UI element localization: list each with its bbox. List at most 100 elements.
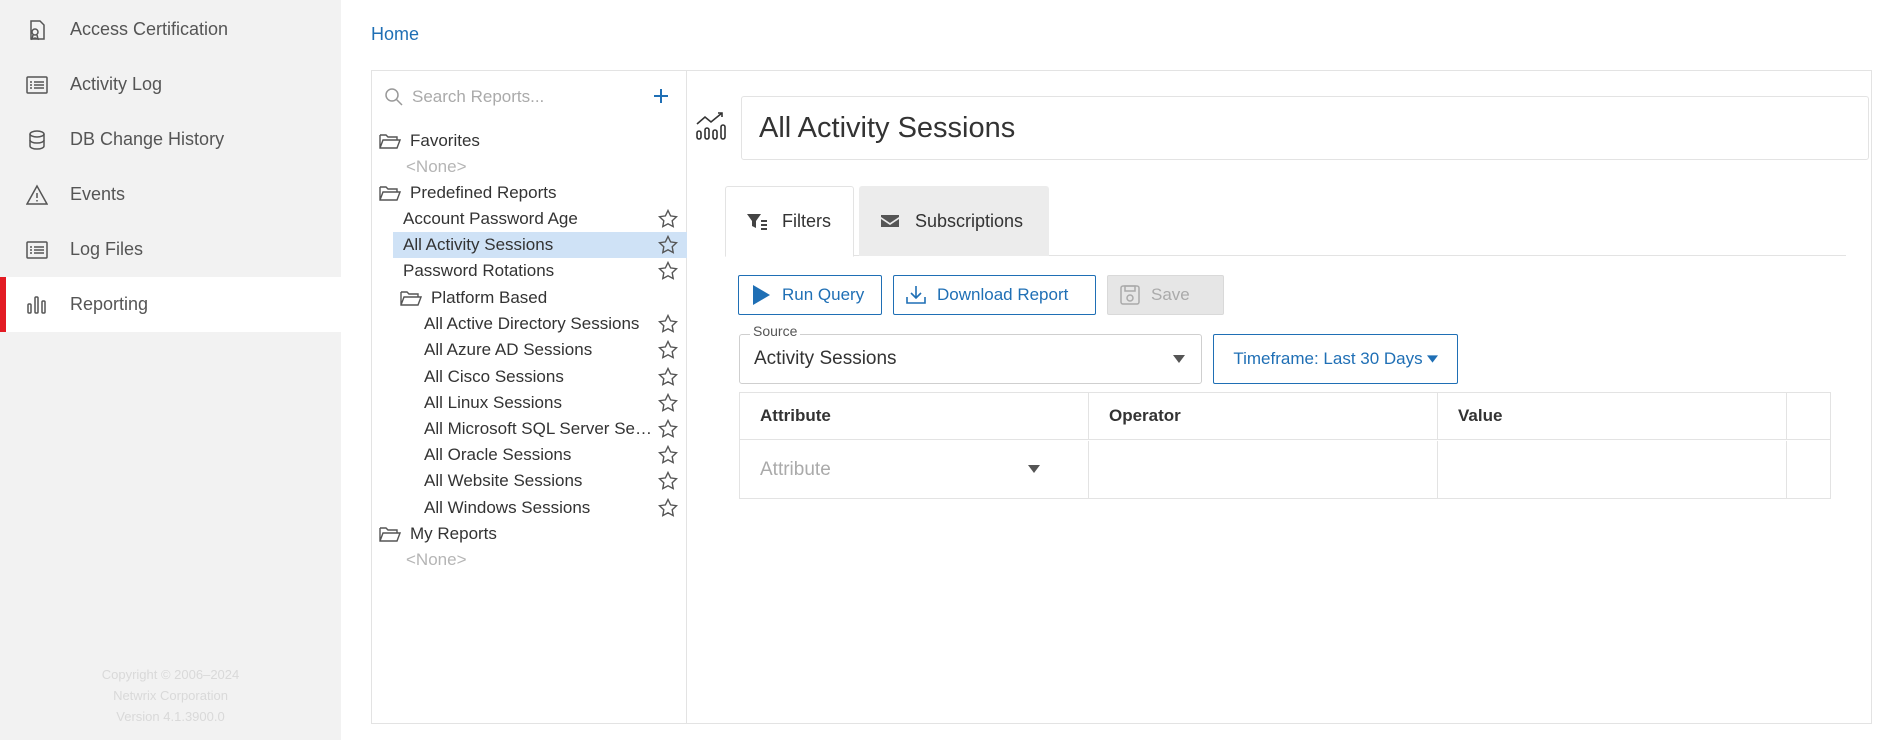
add-icon[interactable] [650,85,672,107]
envelope-icon [881,215,899,227]
filter-grid: Attribute Operator Value Attribute [739,392,1831,499]
actions-cell [1787,441,1830,498]
nav-item-reporting[interactable]: Reporting [0,277,341,332]
button-label: Save [1151,285,1190,304]
star-icon[interactable] [658,419,678,439]
list-icon [26,76,48,94]
folder-open-icon [379,527,401,542]
filter-icon [747,213,767,230]
report-label: Password Rotations [403,261,555,280]
nav-label: Events [70,184,126,204]
save-icon [1120,285,1140,305]
report-chart-icon [696,112,726,140]
nav-item-db-change-history[interactable]: DB Change History [0,112,341,167]
reports-container: Favorites <None> Predefined Reports Acco… [371,70,1872,724]
operator-cell[interactable] [1089,441,1438,498]
nav-label: Log Files [70,239,144,259]
nav-item-log-files[interactable]: Log Files [0,222,341,277]
nav-label: Activity Log [70,74,163,94]
copyright-line: Version 4.1.3900.0 [116,709,225,724]
folder-open-icon [379,186,401,201]
star-icon[interactable] [658,340,678,360]
report-item[interactable]: All Windows Sessions [393,495,687,521]
star-icon[interactable] [658,445,678,465]
nav-label: Access Certification [70,19,229,39]
button-label: Run Query [782,285,865,304]
folder-label: My Reports [410,524,497,543]
attribute-select[interactable]: Attribute [760,441,1070,498]
report-item[interactable]: Password Rotations [393,258,687,284]
report-item[interactable]: All Azure AD Sessions [393,337,687,363]
grid-header-actions [1787,393,1830,440]
report-item[interactable]: All Active Directory Sessions [393,311,687,337]
report-label: All Linux Sessions [424,393,562,412]
copyright: Copyright © 2006–2024 Netwrix Corporatio… [0,664,341,727]
breadcrumb-home[interactable]: Home [371,24,419,45]
timeframe-dropdown[interactable]: Timeframe: Last 30 Days [1213,334,1458,384]
attribute-cell: Attribute [740,441,1089,498]
star-icon[interactable] [658,314,678,334]
save-button[interactable]: Save [1107,275,1224,315]
tab-label: Filters [782,211,831,231]
certificate-icon [30,20,45,41]
tab-subscriptions[interactable]: Subscriptions [859,186,1049,256]
search-reports-input[interactable] [412,83,632,111]
grid-header-operator: Operator [1089,393,1438,440]
report-item[interactable]: All Cisco Sessions [393,364,687,390]
folder-open-icon [379,134,401,149]
database-icon [29,130,45,150]
report-label: All Oracle Sessions [424,445,572,464]
nav-item-access-certification[interactable]: Access Certification [0,2,341,57]
report-tabs: Filters Subscriptions [725,186,1846,257]
grid-header-attribute: Attribute [740,393,1089,440]
tab-label: Subscriptions [915,210,1024,231]
download-icon [906,286,926,304]
timeframe-label: Timeframe: Last 30 Days [1233,349,1423,368]
report-area: All Activity Sessions Filters Subscripti… [687,71,1871,723]
copyright-line: Copyright © 2006–2024 [101,667,240,682]
folder-open-icon [400,291,422,306]
run-query-button[interactable]: Run Query [738,275,882,315]
source-label: Source [750,323,801,339]
report-item[interactable]: All Linux Sessions [393,390,687,416]
report-item[interactable]: All Microsoft SQL Server Sessions [393,416,687,442]
report-item-selected[interactable]: All Activity Sessions [393,232,687,258]
copyright-line: Netwrix Corporation [113,688,228,703]
report-label: All Windows Sessions [424,498,591,517]
folder-label: Favorites [410,131,480,150]
folder-label: Platform Based [431,288,548,307]
search-icon [385,88,403,106]
caret-down-icon [1028,465,1040,473]
play-icon [753,285,770,305]
report-item[interactable]: Account Password Age [393,206,687,232]
source-value: Activity Sessions [754,348,897,369]
left-nav: Access Certification Activity Log DB Cha… [0,0,341,740]
star-icon[interactable] [658,393,678,413]
report-tree-panel: Favorites <None> Predefined Reports Acco… [372,71,687,723]
caret-down-icon [1173,355,1185,363]
my-reports-empty: <None> [406,550,467,569]
report-item[interactable]: All Oracle Sessions [393,442,687,468]
report-label: Account Password Age [403,209,578,228]
tab-filters[interactable]: Filters [725,186,854,257]
button-label: Download Report [937,285,1069,304]
nav-label: DB Change History [70,129,225,149]
download-report-button[interactable]: Download Report [893,275,1096,315]
report-label: All Microsoft SQL Server Sessions [424,419,654,438]
list-icon [26,241,48,259]
source-select[interactable]: Activity Sessions [739,334,1202,384]
report-item[interactable]: All Website Sessions [393,468,687,494]
star-icon[interactable] [658,209,678,229]
nav-item-activity-log[interactable]: Activity Log [0,57,341,112]
nav-item-events[interactable]: Events [0,167,341,222]
nav-label: Reporting [70,294,149,314]
star-icon[interactable] [658,367,678,387]
warning-icon [26,184,48,205]
star-icon[interactable] [658,235,678,255]
star-icon[interactable] [658,498,678,518]
report-title[interactable]: All Activity Sessions [741,96,1869,160]
report-label: All Activity Sessions [403,235,554,254]
star-icon[interactable] [658,261,678,281]
value-cell[interactable] [1438,441,1787,498]
star-icon[interactable] [658,471,678,491]
